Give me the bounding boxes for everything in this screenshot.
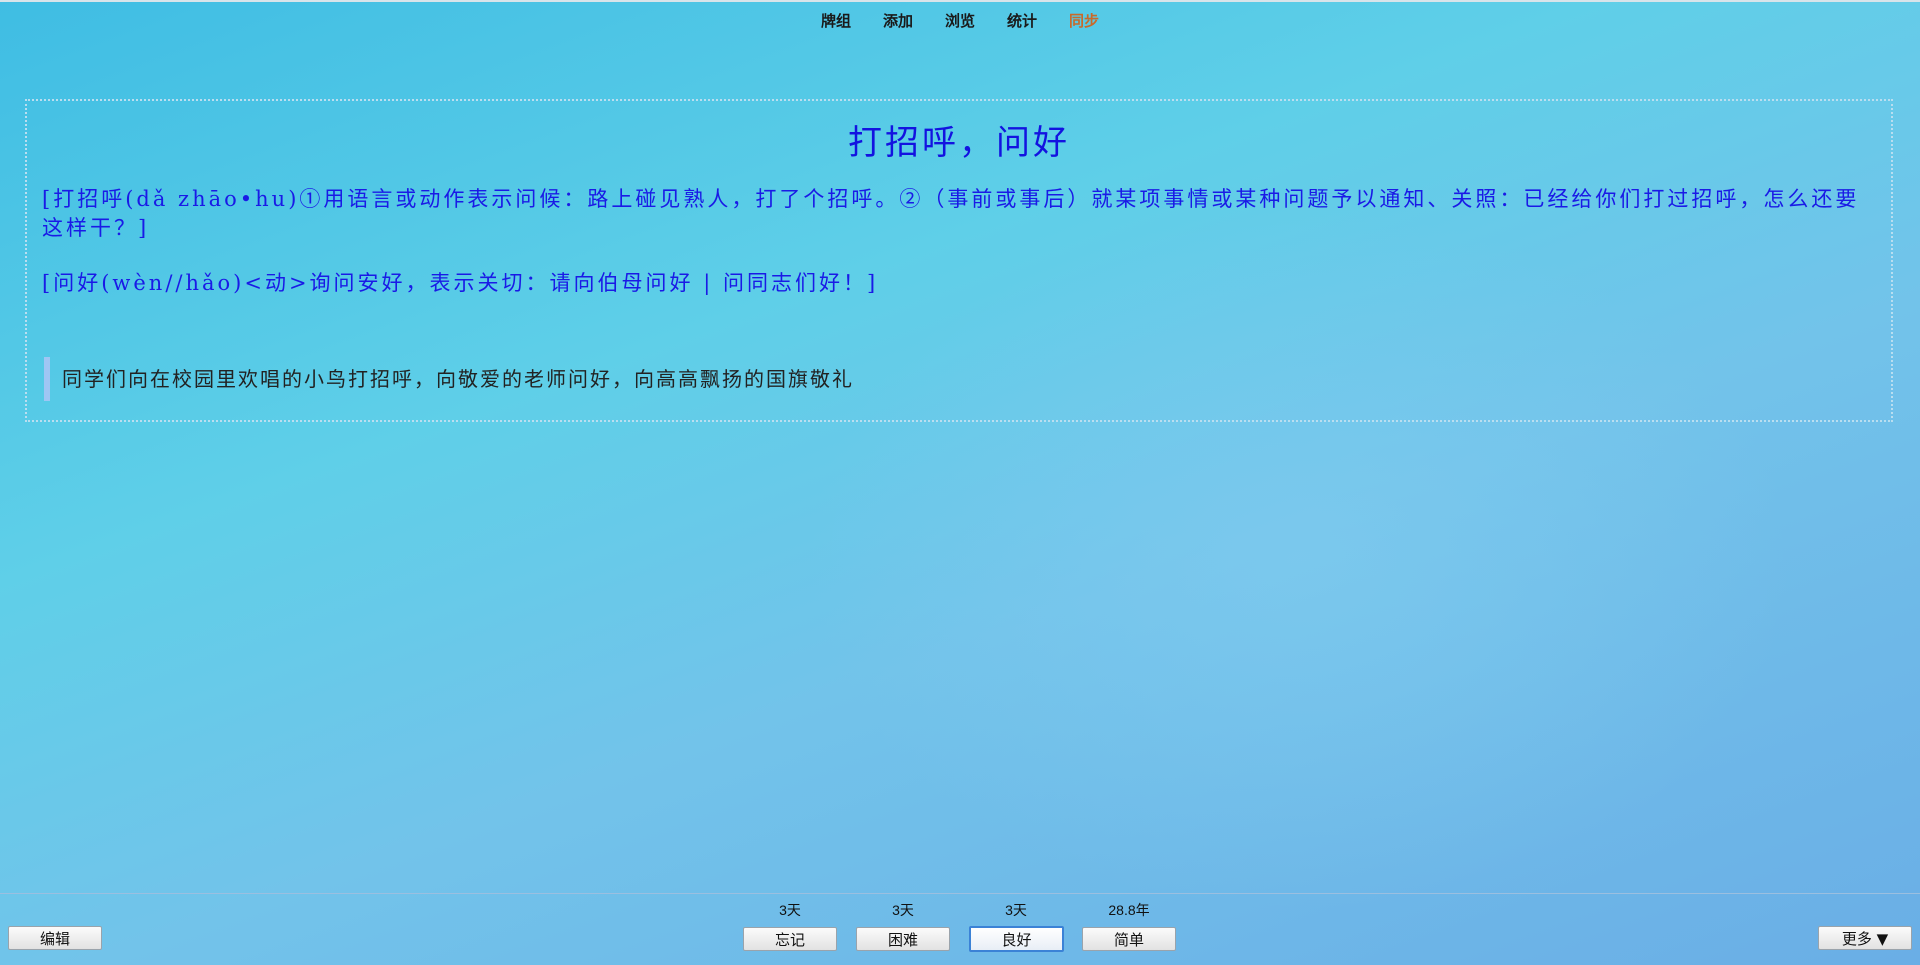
hard-interval: 3天 [892,902,914,918]
nav-decks[interactable]: 牌组 [805,10,867,31]
more-button[interactable]: 更多 ▼ [1818,926,1912,950]
good-button[interactable]: 良好 [969,926,1064,952]
again-button[interactable]: 忘记 [743,927,837,951]
card-title: 打招呼，问好 [848,123,1070,163]
top-toolbar: 牌组 添加 浏览 统计 同步 [0,0,1920,40]
nav-add[interactable]: 添加 [867,10,929,31]
nav-stats[interactable]: 统计 [991,10,1053,31]
hard-button[interactable]: 困难 [856,927,950,951]
flashcard: 打招呼，问好 [打招呼(dǎ zhāo•hu)①用语言或动作表示问候：路上碰见熟… [25,99,1893,422]
nav-browse[interactable]: 浏览 [929,10,991,31]
definition-wen-hao: [问好(wèn//hǎo)<动>询问安好，表示关切：请向伯母问好 | 问同志们好… [42,271,879,295]
easy-interval: 28.8年 [1108,902,1150,918]
definition-da-zhao-hu: [打招呼(dǎ zhāo•hu)①用语言或动作表示问候：路上碰见熟人，打了个招呼… [42,187,1860,240]
easy-button[interactable]: 简单 [1082,927,1176,951]
good-interval: 3天 [1005,902,1027,918]
bottom-bar-divider [0,893,1920,894]
edit-button[interactable]: 编辑 [8,926,102,950]
again-interval: 3天 [779,902,801,918]
nav-sync[interactable]: 同步 [1053,10,1115,31]
example-sentence: 同学们向在校园里欢唱的小鸟打招呼，向敬爱的老师问好，向高高飘扬的国旗敬礼 [44,357,854,401]
